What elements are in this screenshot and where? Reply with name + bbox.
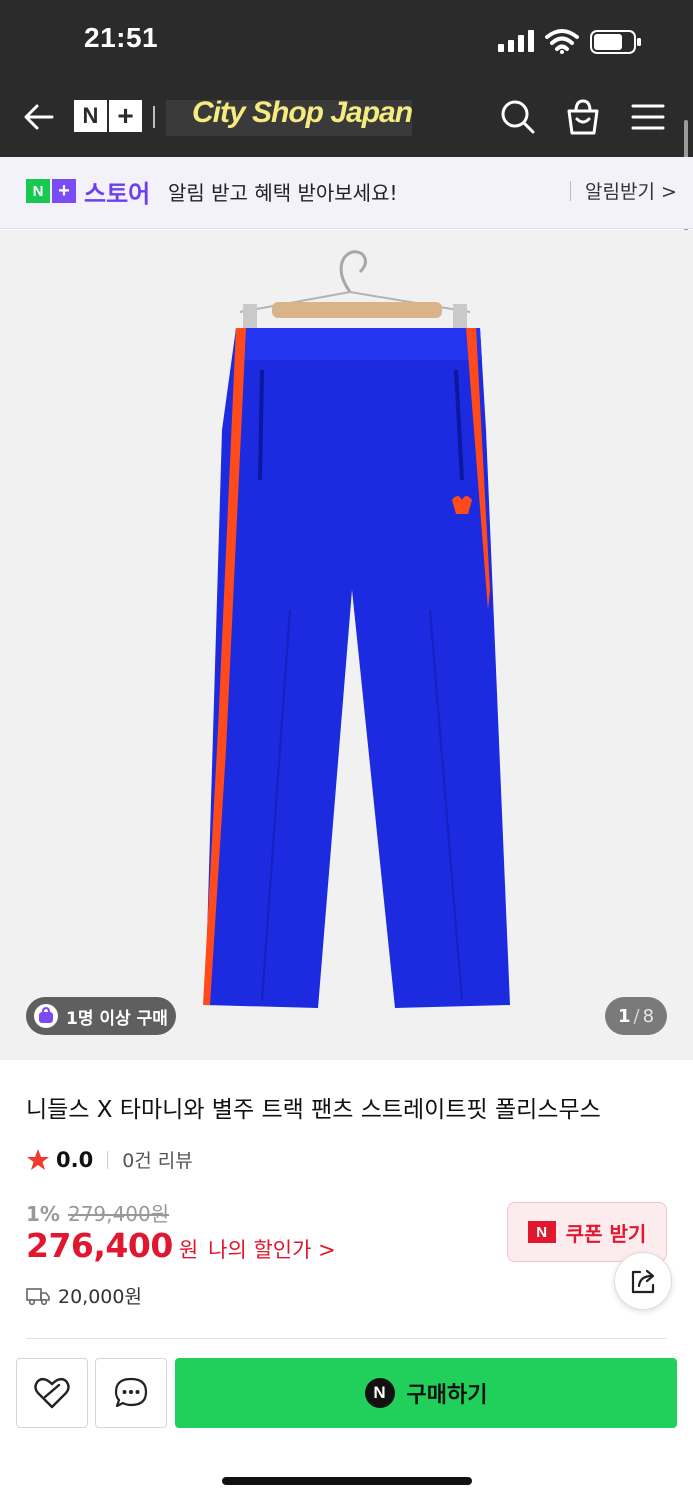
product-image-gallery[interactable]	[0, 230, 693, 1060]
logo-n: N	[74, 100, 107, 132]
home-indicator[interactable]	[222, 1477, 472, 1485]
my-discount-price-link[interactable]: 나의 할인가 >	[208, 1234, 336, 1264]
promo-logo-n: N	[26, 179, 50, 203]
store-header: N + City Shop Japan	[0, 78, 693, 157]
promo-message: 알림 받고 혜택 받아보세요!	[168, 181, 398, 205]
image-counter-total: 8	[642, 1005, 655, 1027]
section-divider	[26, 1338, 667, 1339]
rating-divider	[107, 1150, 109, 1169]
image-counter: 1 / 8	[605, 997, 667, 1035]
shop-name[interactable]: City Shop Japan	[192, 96, 413, 130]
star-icon	[27, 1148, 49, 1170]
promo-logo-plus: +	[52, 179, 76, 203]
notify-button[interactable]: 알림받기 >	[585, 177, 677, 204]
delivery-truck-icon	[26, 1287, 50, 1305]
share-button[interactable]	[614, 1252, 672, 1310]
price-currency: 원	[178, 1238, 199, 1262]
shipping-fee: 20,000원	[58, 1286, 142, 1308]
buy-now-label: 구매하기	[406, 1383, 488, 1408]
original-price: 279,400원	[67, 1202, 170, 1226]
review-count-link[interactable]: 0건 리뷰	[122, 1146, 193, 1173]
share-icon	[631, 1269, 655, 1294]
rating-score: 0.0	[56, 1147, 94, 1172]
price-row: 276,400 원 나의 할인가 >	[26, 1226, 336, 1265]
product-photo	[203, 250, 510, 1008]
image-counter-current: 1	[617, 1005, 631, 1027]
purchase-count-badge: 1명 이상 구매	[26, 997, 176, 1035]
back-arrow-icon[interactable]	[22, 98, 56, 136]
discount-row: 1% 279,400원	[26, 1198, 169, 1227]
shopping-bag-icon[interactable]	[565, 98, 601, 136]
image-counter-separator: /	[633, 1005, 640, 1027]
track-pants-graphic	[203, 328, 510, 1008]
header-divider	[153, 106, 155, 128]
app-header-area: 21:51 N + City Shop Japan	[0, 0, 693, 157]
naver-pay-icon: N	[364, 1378, 395, 1408]
hanger-graphic	[239, 250, 471, 334]
purchase-count-text: 1명 이상 구매	[66, 1008, 168, 1029]
store-notification-banner[interactable]: N + 스토어 알림 받고 혜택 받아보세요! 알림받기 >	[0, 157, 693, 229]
search-icon[interactable]	[500, 98, 536, 136]
menu-icon[interactable]	[630, 98, 666, 136]
shipping-info: 20,000원	[26, 1282, 142, 1309]
status-time: 21:51	[84, 22, 159, 53]
coupon-label: 쿠폰 받기	[565, 1221, 647, 1246]
promo-divider	[570, 181, 571, 201]
discount-percent: 1%	[26, 1202, 60, 1226]
logo-plus: +	[109, 100, 142, 132]
heart-icon	[34, 1377, 70, 1409]
wifi-icon	[545, 29, 579, 54]
product-title: 니들스 X 타마니와 별주 트랙 팬츠 스트레이트핏 폴리스무스	[26, 1097, 601, 1123]
rating-summary[interactable]: 0.0 0건 리뷰	[26, 1146, 193, 1173]
chat-inquiry-button[interactable]	[95, 1358, 167, 1428]
promo-store-label: 스토어	[84, 180, 151, 208]
naver-plus-logo[interactable]: N +	[74, 100, 142, 132]
sale-price: 276,400	[26, 1226, 173, 1265]
coupon-n-icon: N	[527, 1221, 556, 1243]
battery-icon	[590, 30, 641, 54]
cellular-signal-icon	[498, 30, 534, 52]
shopping-bag-badge-icon	[34, 1004, 58, 1028]
chat-bubble-icon	[114, 1377, 148, 1408]
status-bar: 21:51	[0, 0, 693, 78]
buy-now-button[interactable]: N 구매하기	[175, 1358, 677, 1428]
wishlist-button[interactable]	[16, 1358, 88, 1428]
